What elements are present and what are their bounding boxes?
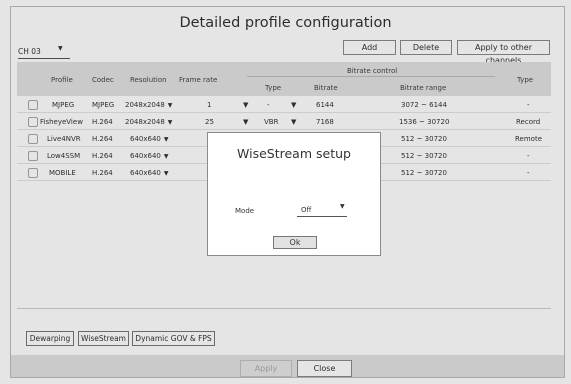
mode-label: Mode xyxy=(235,207,255,215)
ok-button[interactable]: Ok xyxy=(273,236,317,249)
chevron-down-icon: ▼ xyxy=(340,203,345,210)
mode-select[interactable]: Off ▼ xyxy=(297,202,347,217)
dialog-title: WiseStream setup xyxy=(237,146,351,161)
mode-select-value: Off xyxy=(301,206,312,214)
wisestream-setup-dialog: WiseStream setup Mode Off ▼ Ok xyxy=(207,132,381,256)
